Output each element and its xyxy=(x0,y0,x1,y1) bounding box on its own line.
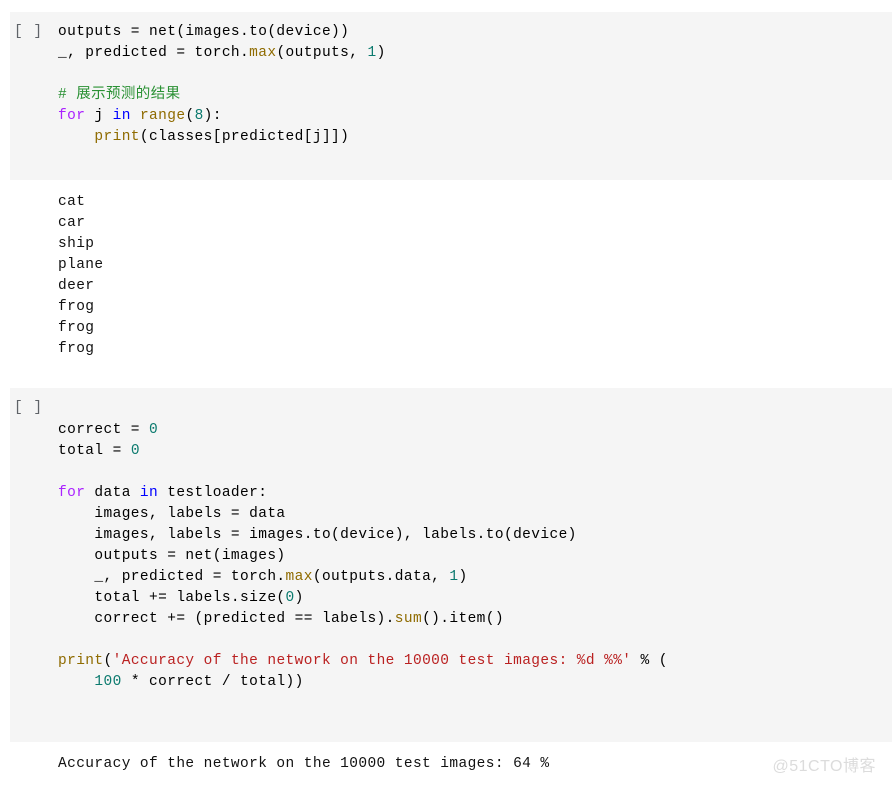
code-token: print xyxy=(94,129,140,145)
code-token: in xyxy=(139,485,159,501)
code-token: testloader: xyxy=(158,485,268,501)
code-token: _, predicted = torch. xyxy=(58,569,286,585)
code-line: for j in range(8): xyxy=(58,106,386,127)
code-token: outputs = net(images.to(device)) xyxy=(58,24,350,40)
code-token: outputs = net(images) xyxy=(58,548,286,564)
notebook-page: [ ] outputs = net(images.to(device)) _, p… xyxy=(0,0,892,786)
code-token: for xyxy=(58,485,86,501)
code-token: range xyxy=(139,108,186,124)
output-line: frog xyxy=(58,299,95,315)
code-token: in xyxy=(112,108,131,124)
code-line: for data in testloader: xyxy=(58,483,668,504)
output-line: frog xyxy=(58,320,95,336)
code-token: data xyxy=(85,485,140,501)
code-token: ): xyxy=(203,108,222,124)
code-token: ().item() xyxy=(422,611,504,627)
output-line: car xyxy=(58,215,86,231)
cell-2-source[interactable]: correct = 0 total = 0 for data in testloa… xyxy=(58,420,668,693)
code-token: * correct / total)) xyxy=(121,674,304,690)
cell-2-output: Accuracy of the network on the 10000 tes… xyxy=(58,754,549,775)
output-line: Accuracy of the network on the 10000 tes… xyxy=(58,756,550,772)
code-line: outputs = net(images) xyxy=(58,546,668,567)
code-token: images, labels = images.to(device), labe… xyxy=(58,527,577,543)
code-line: total = 0 xyxy=(58,441,668,462)
code-token: (classes[predicted[j]]) xyxy=(139,129,350,145)
code-token: ( xyxy=(103,653,113,669)
code-token: (outputs, xyxy=(276,45,368,61)
code-line: # 展示预测的结果 xyxy=(58,85,386,106)
code-token: _, predicted = torch. xyxy=(58,45,250,61)
code-line: outputs = net(images.to(device)) xyxy=(58,22,386,43)
code-token: 0 xyxy=(149,422,159,438)
code-line: correct = 0 xyxy=(58,420,668,441)
code-token: 8 xyxy=(194,108,204,124)
output-line: deer xyxy=(58,278,95,294)
code-token: 1 xyxy=(367,45,377,61)
code-token: j xyxy=(85,108,113,124)
code-token: correct += (predicted == labels). xyxy=(58,611,395,627)
code-token: ) xyxy=(376,45,386,61)
code-token: % ( xyxy=(631,653,668,669)
output-line: plane xyxy=(58,257,104,273)
code-line: images, labels = images.to(device), labe… xyxy=(58,525,668,546)
output-line: cat xyxy=(58,194,86,210)
code-line: print(classes[predicted[j]]) xyxy=(58,127,386,148)
cell-2-run-prompt[interactable]: [ ] xyxy=(14,398,43,419)
code-token: for xyxy=(58,108,86,124)
code-token: images, labels = data xyxy=(58,506,286,522)
code-token: 'Accuracy of the network on the 10000 te… xyxy=(112,653,632,669)
site-watermark: @51CTO博客 xyxy=(772,758,876,775)
code-token: total = xyxy=(58,443,131,459)
cell-1-output: cat car ship plane deer frog frog frog xyxy=(58,192,104,360)
code-line: _, predicted = torch.max(outputs, 1) xyxy=(58,43,386,64)
code-line: correct += (predicted == labels).sum().i… xyxy=(58,609,668,630)
code-line: 100 * correct / total)) xyxy=(58,672,668,693)
code-token: correct = xyxy=(58,422,150,438)
code-token: ) xyxy=(294,590,304,606)
code-token: 1 xyxy=(449,569,459,585)
code-line: print('Accuracy of the network on the 10… xyxy=(58,651,668,672)
code-line: _, predicted = torch.max(outputs.data, 1… xyxy=(58,567,668,588)
output-line: ship xyxy=(58,236,95,252)
code-token: sum xyxy=(394,611,423,627)
code-token: ) xyxy=(458,569,468,585)
code-token: 0 xyxy=(285,590,295,606)
code-token: total += labels.size( xyxy=(58,590,286,606)
code-line: images, labels = data xyxy=(58,504,668,525)
output-line: frog xyxy=(58,341,95,357)
code-token: max xyxy=(249,45,277,61)
cell-1-source[interactable]: outputs = net(images.to(device)) _, predi… xyxy=(58,22,386,148)
code-token: 0 xyxy=(130,443,140,459)
code-token: max xyxy=(285,569,313,585)
cell-1-run-prompt[interactable]: [ ] xyxy=(14,22,43,43)
code-token: ( xyxy=(185,108,195,124)
code-token: (outputs.data, xyxy=(312,569,450,585)
code-line: total += labels.size(0) xyxy=(58,588,668,609)
code-token: 100 xyxy=(94,674,122,690)
code-token: # 展示预测的结果 xyxy=(58,87,181,103)
code-token: print xyxy=(58,653,104,669)
